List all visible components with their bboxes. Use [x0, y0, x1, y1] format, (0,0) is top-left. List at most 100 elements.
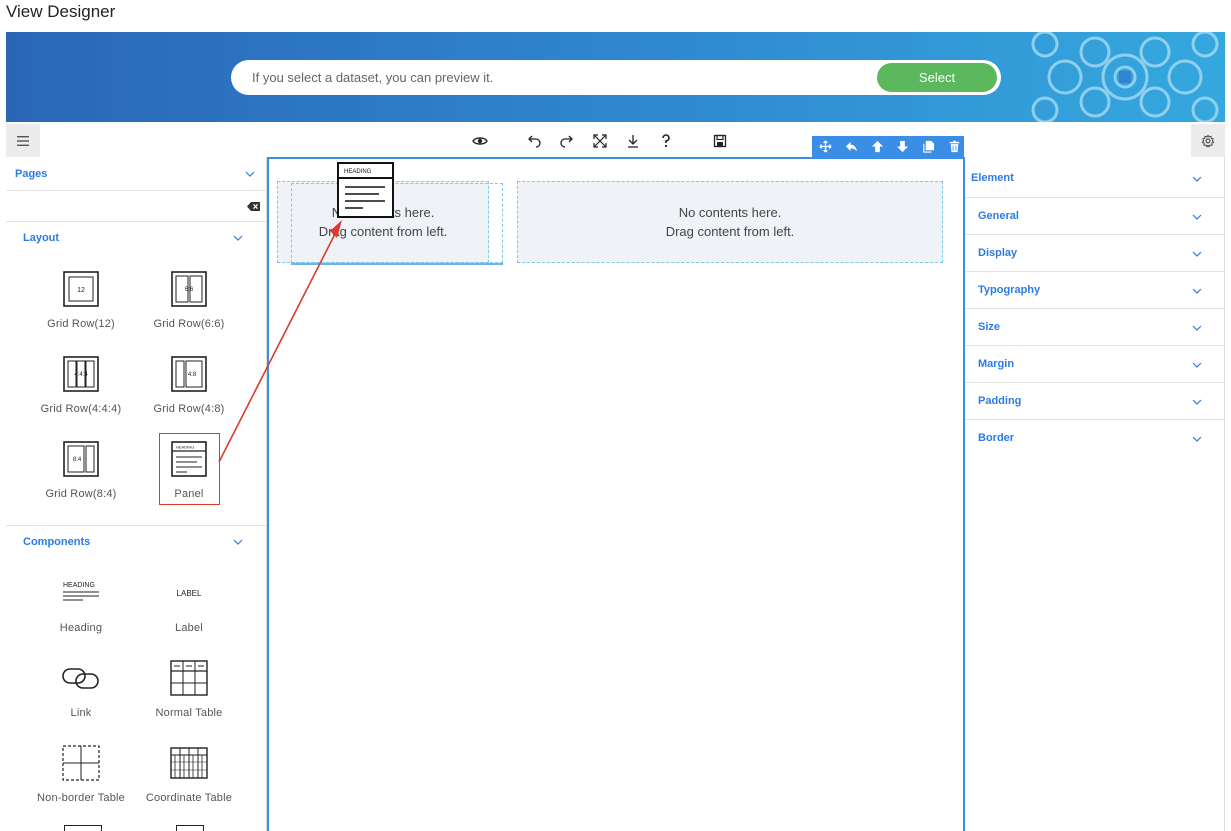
components-section-header[interactable]: Components	[6, 526, 266, 558]
move-down-icon[interactable]	[893, 138, 913, 156]
layout-grid-row-12[interactable]: 12 Grid Row(12)	[27, 267, 135, 347]
svg-text:4:8: 4:8	[188, 372, 197, 378]
help-icon[interactable]	[657, 132, 675, 150]
banner-decoration-icon	[1031, 32, 1219, 122]
chevron-down-icon	[1192, 362, 1202, 368]
menu-toggle-button[interactable]	[6, 124, 40, 157]
selection-toolbar	[812, 136, 964, 157]
svg-text:6:6: 6:6	[185, 287, 194, 293]
dataset-banner: If you select a dataset, you can preview…	[6, 32, 1225, 122]
chevron-down-icon	[1192, 436, 1202, 442]
svg-text:8:4: 8:4	[73, 457, 82, 463]
tile-label: Grid Row(8:4)	[45, 488, 117, 500]
link-icon	[62, 668, 99, 689]
fullscreen-icon[interactable]	[591, 132, 609, 150]
drop-zone-right[interactable]: No contents here. Drag content from left…	[517, 181, 943, 263]
chevron-down-icon	[1192, 251, 1202, 257]
non-border-table-icon	[62, 745, 100, 781]
component-label[interactable]: LABEL Label	[135, 571, 243, 651]
select-dataset-button[interactable]: Select	[877, 63, 997, 92]
grid-row-8-4-icon: 8:4	[63, 441, 99, 477]
svg-text:HEADING: HEADING	[63, 582, 95, 589]
component-non-border-table[interactable]: Non-border Table	[27, 741, 135, 821]
svg-text:LABEL: LABEL	[177, 589, 202, 598]
chevron-down-icon	[233, 235, 243, 241]
design-canvas[interactable]: No contents here. Drag content from left…	[267, 157, 965, 831]
tile-label: Heading	[59, 622, 103, 634]
layout-section-label: Layout	[23, 232, 60, 244]
prop-section-label: Element	[971, 172, 1014, 184]
prop-section-element[interactable]: Element	[965, 160, 1225, 198]
svg-text:12: 12	[77, 287, 85, 294]
prop-section-label: Margin	[978, 358, 1015, 370]
layout-grid-row-4-8[interactable]: 4:8 Grid Row(4:8)	[135, 352, 243, 432]
component-normal-table[interactable]: Normal Table	[135, 656, 243, 736]
prop-section-typography[interactable]: Typography	[965, 272, 1225, 309]
tile-label: Coordinate Table	[145, 792, 233, 804]
tile-label: Grid Row(4:8)	[153, 403, 225, 415]
tile-label: Grid Row(12)	[47, 318, 115, 330]
settings-button[interactable]	[1191, 124, 1225, 157]
copy-icon[interactable]	[919, 138, 939, 156]
coordinate-table-icon	[170, 747, 208, 779]
prop-section-padding[interactable]: Padding	[965, 383, 1225, 420]
delete-icon[interactable]	[944, 138, 964, 156]
move-up-icon[interactable]	[867, 138, 887, 156]
svg-text:HEADING: HEADING	[344, 169, 372, 175]
prop-section-label: Display	[978, 247, 1018, 259]
move-icon[interactable]	[816, 138, 836, 156]
layout-section-header[interactable]: Layout	[6, 222, 266, 254]
dataset-search-placeholder: If you select a dataset, you can preview…	[252, 70, 494, 85]
gear-icon	[1201, 133, 1215, 148]
prop-section-label: Typography	[978, 284, 1041, 296]
chevron-down-icon	[1192, 399, 1202, 405]
dataset-search-field[interactable]: If you select a dataset, you can preview…	[231, 60, 1001, 95]
heading-icon: HEADING	[63, 582, 99, 601]
drop-insert-indicator	[291, 263, 503, 265]
tile-label: Grid Row(6:6)	[153, 318, 225, 330]
panel-drag-highlight	[159, 433, 220, 505]
clear-search-icon[interactable]	[247, 202, 260, 211]
component-link[interactable]: Link	[27, 656, 135, 736]
chevron-down-icon	[245, 171, 255, 177]
chevron-down-icon	[1192, 325, 1202, 331]
prop-section-size[interactable]: Size	[965, 309, 1225, 346]
right-border	[1224, 157, 1225, 831]
hamburger-icon	[17, 135, 29, 146]
prop-section-label: Border	[978, 432, 1015, 444]
grid-row-4-8-icon: 4:8	[171, 356, 207, 392]
component-coordinate-table[interactable]: Coordinate Table	[135, 741, 243, 821]
pages-section-header[interactable]: Pages	[6, 158, 266, 190]
preview-icon[interactable]	[471, 132, 489, 150]
download-icon[interactable]	[624, 132, 642, 150]
component-heading[interactable]: HEADING Heading	[27, 571, 135, 651]
component-search-row	[6, 191, 266, 221]
next-component-icon	[64, 825, 102, 831]
components-sidebar: Pages Layout 12 Grid Row(12) 6:6 Grid Ro…	[6, 157, 267, 831]
chevron-down-icon	[233, 539, 243, 545]
prop-section-label: Padding	[978, 395, 1022, 407]
tile-label: Label	[175, 622, 203, 634]
page-title: View Designer	[6, 2, 116, 21]
layout-grid-row-6-6[interactable]: 6:6 Grid Row(6:6)	[135, 267, 243, 347]
undo-icon[interactable]	[525, 132, 543, 150]
tile-label: Link	[70, 707, 92, 719]
component-search-input[interactable]	[10, 195, 240, 217]
panel-icon: HEADING	[339, 169, 392, 209]
dragged-panel-ghost: HEADING	[337, 162, 394, 218]
prop-section-general[interactable]: General	[965, 198, 1225, 235]
prop-section-margin[interactable]: Margin	[965, 346, 1225, 383]
designer-toolbar	[6, 124, 1225, 157]
drop-zone-hint: Drag content from left.	[665, 224, 795, 239]
layout-grid-row-4-4-4[interactable]: 4:4:4 Grid Row(4:4:4)	[27, 352, 135, 432]
chevron-down-icon	[1192, 288, 1202, 294]
select-parent-icon[interactable]	[842, 138, 862, 156]
components-section-label: Components	[23, 536, 91, 548]
redo-icon[interactable]	[558, 132, 576, 150]
drop-zone-text: No contents here.	[678, 205, 782, 220]
prop-section-border[interactable]: Border	[965, 420, 1225, 457]
prop-section-display[interactable]: Display	[965, 235, 1225, 272]
tile-label: Non-border Table	[37, 792, 125, 804]
layout-grid-row-8-4[interactable]: 8:4 Grid Row(8:4)	[27, 437, 135, 517]
save-icon[interactable]	[711, 132, 729, 150]
